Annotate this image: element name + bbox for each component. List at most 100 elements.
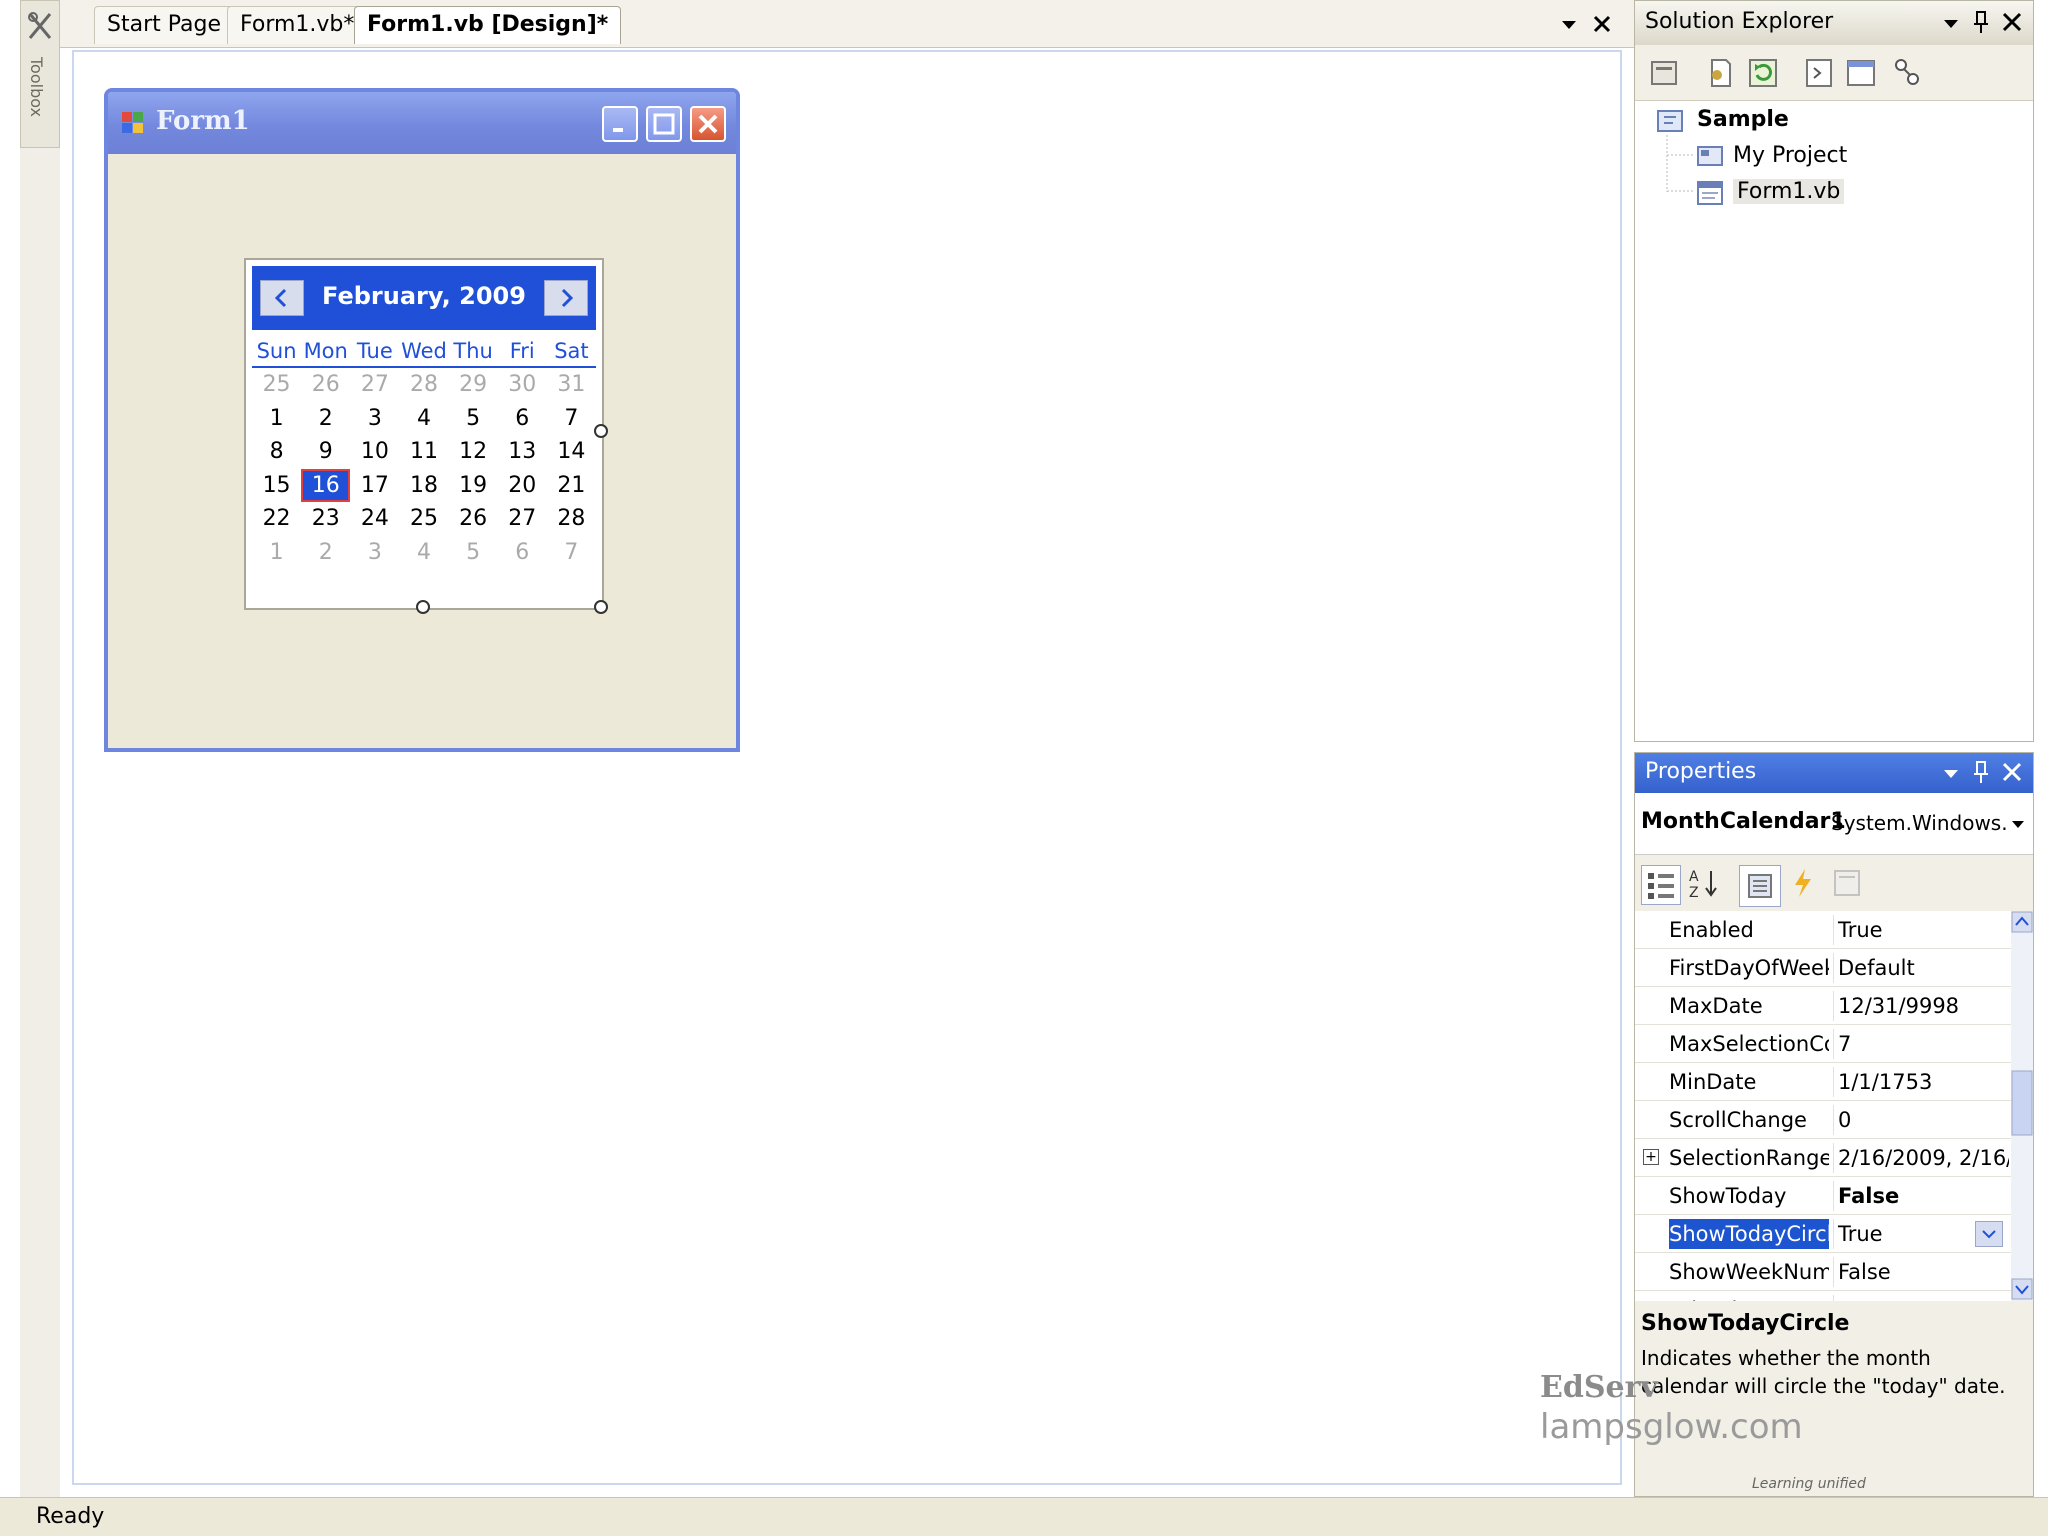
calendar-day[interactable]: 7 xyxy=(547,536,596,570)
calendar-day[interactable]: 2 xyxy=(301,402,350,436)
calendar-day[interactable]: 19 xyxy=(449,469,498,503)
property-value[interactable]: 7 xyxy=(1833,1029,2009,1059)
calendar-day[interactable]: 25 xyxy=(399,502,448,536)
calendar-day[interactable]: 5 xyxy=(449,536,498,570)
property-value[interactable]: Default xyxy=(1833,953,2009,983)
calendar-day[interactable]: 12 xyxy=(449,435,498,469)
calendar-day[interactable]: 3 xyxy=(350,536,399,570)
property-row[interactable]: ScrollChange 0 xyxy=(1635,1101,2011,1139)
calendar-day[interactable]: 15 xyxy=(252,469,301,503)
calendar-day[interactable]: 28 xyxy=(399,368,448,402)
show-all-files-icon[interactable] xyxy=(1703,55,1739,91)
calendar-day[interactable]: 27 xyxy=(350,368,399,402)
property-value[interactable]: 1/1/1753 xyxy=(1833,1067,2009,1097)
pin-icon[interactable] xyxy=(1969,9,1993,35)
calendar-day[interactable]: 21 xyxy=(547,469,596,503)
class-diagram-icon[interactable] xyxy=(1889,55,1925,91)
tree-item-form1-vb[interactable]: Form1.vb xyxy=(1733,179,1845,204)
property-row[interactable]: ShowWeekNumbersFalse xyxy=(1635,1253,2011,1291)
minimize-button[interactable] xyxy=(602,106,638,142)
resize-handle-bottom[interactable] xyxy=(416,600,430,614)
panel-menu-icon[interactable] xyxy=(1939,11,1963,35)
properties-icon[interactable] xyxy=(1647,55,1683,91)
calendar-day[interactable]: 16 xyxy=(301,468,351,502)
calendar-day[interactable]: 13 xyxy=(498,435,547,469)
tree-item-my-project[interactable]: My Project xyxy=(1733,143,1847,168)
calendar-day[interactable]: 2 xyxy=(301,536,350,570)
calendar-day[interactable]: 22 xyxy=(252,502,301,536)
refresh-icon[interactable] xyxy=(1745,55,1781,91)
view-code-icon[interactable] xyxy=(1801,55,1837,91)
calendar-day[interactable]: 28 xyxy=(547,502,596,536)
calendar-day[interactable]: 4 xyxy=(399,536,448,570)
month-calendar[interactable]: February, 2009 Sun Mon Tue Wed Thu Fri Sat 25 2… xyxy=(244,258,604,610)
calendar-day[interactable]: 18 xyxy=(399,469,448,503)
calendar-day[interactable]: 11 xyxy=(399,435,448,469)
property-value[interactable]: 2/16/2009, 2/16/2 xyxy=(1833,1143,2009,1173)
tab-dropdown-icon[interactable] xyxy=(1555,10,1583,38)
close-panel-icon[interactable] xyxy=(1999,759,2025,785)
calendar-day[interactable]: 1 xyxy=(252,536,301,570)
resize-handle-right[interactable] xyxy=(594,424,608,438)
calendar-day[interactable]: 10 xyxy=(350,435,399,469)
property-row[interactable]: FirstDayOfWeek Default xyxy=(1635,949,2011,987)
alphabetical-icon[interactable]: AZ xyxy=(1685,865,1721,901)
property-value[interactable]: 0 xyxy=(1833,1295,2009,1301)
property-value[interactable]: False xyxy=(1833,1257,2009,1287)
view-designer-icon[interactable] xyxy=(1843,55,1879,91)
next-month-button[interactable] xyxy=(544,280,588,316)
calendar-day[interactable]: 25 xyxy=(252,368,301,402)
property-grid-scrollbar[interactable] xyxy=(2011,911,2033,1301)
pin-icon[interactable] xyxy=(1969,759,1993,785)
object-dropdown-icon[interactable] xyxy=(2009,815,2027,833)
property-row[interactable]: TabIndex 0 xyxy=(1635,1291,2011,1301)
tab-start-page[interactable]: Start Page xyxy=(94,6,234,44)
calendar-day[interactable]: 23 xyxy=(301,502,350,536)
calendar-day[interactable]: 26 xyxy=(449,502,498,536)
properties-view-icon[interactable] xyxy=(1739,865,1781,907)
property-row[interactable]: MinDate 1/1/1753 xyxy=(1635,1063,2011,1101)
form-titlebar[interactable]: Form1 xyxy=(108,92,736,154)
close-button[interactable] xyxy=(690,106,726,142)
calendar-day[interactable]: 6 xyxy=(498,536,547,570)
property-value[interactable]: False xyxy=(1833,1181,2009,1211)
calendar-day[interactable]: 6 xyxy=(498,402,547,436)
panel-menu-icon[interactable] xyxy=(1939,761,1963,785)
calendar-day[interactable]: 30 xyxy=(498,368,547,402)
calendar-day[interactable]: 31 xyxy=(547,368,596,402)
calendar-day[interactable]: 26 xyxy=(301,368,350,402)
calendar-day[interactable]: 5 xyxy=(449,402,498,436)
calendar-day[interactable]: 8 xyxy=(252,435,301,469)
resize-handle-corner[interactable] xyxy=(594,600,608,614)
close-panel-icon[interactable] xyxy=(1999,9,2025,35)
value-dropdown-icon[interactable] xyxy=(1975,1221,2003,1247)
calendar-day[interactable]: 27 xyxy=(498,502,547,536)
calendar-day[interactable]: 1 xyxy=(252,402,301,436)
calendar-day[interactable]: 3 xyxy=(350,402,399,436)
tab-form1-design[interactable]: Form1.vb [Design]* xyxy=(354,6,622,44)
tree-item-sample[interactable]: Sample xyxy=(1697,107,1789,132)
property-value[interactable]: True xyxy=(1833,915,2009,945)
property-row[interactable]: MaxSelectionCou7 xyxy=(1635,1025,2011,1063)
calendar-day[interactable]: 20 xyxy=(498,469,547,503)
calendar-day[interactable]: 7 xyxy=(547,402,596,436)
property-pages-icon[interactable] xyxy=(1829,865,1865,901)
property-row[interactable]: ShowTodayCircle True xyxy=(1635,1215,2011,1253)
calendar-day[interactable]: 14 xyxy=(547,435,596,469)
property-row[interactable]: + SelectionRange 2/16/2009, 2/16/2 xyxy=(1635,1139,2011,1177)
categorized-icon[interactable] xyxy=(1641,865,1681,905)
property-row[interactable]: MaxDate 12/31/9998 xyxy=(1635,987,2011,1025)
maximize-button[interactable] xyxy=(646,106,682,142)
events-icon[interactable] xyxy=(1785,865,1821,901)
expand-icon[interactable]: + xyxy=(1643,1149,1659,1165)
calendar-day[interactable]: 9 xyxy=(301,435,350,469)
property-row[interactable]: ShowToday False xyxy=(1635,1177,2011,1215)
property-value[interactable]: 0 xyxy=(1833,1105,2009,1135)
close-document-icon[interactable] xyxy=(1588,10,1616,38)
calendar-day[interactable]: 4 xyxy=(399,402,448,436)
calendar-day[interactable]: 17 xyxy=(350,469,399,503)
toolbox-tab[interactable]: Toolbox xyxy=(20,0,60,148)
property-row[interactable]: Enabled True xyxy=(1635,911,2011,949)
calendar-day[interactable]: 24 xyxy=(350,502,399,536)
property-value[interactable]: 12/31/9998 xyxy=(1833,991,2009,1021)
